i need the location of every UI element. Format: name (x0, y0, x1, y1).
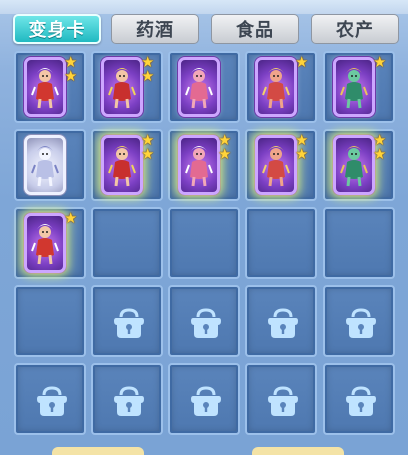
empty-slot[interactable] (14, 285, 86, 357)
star-rating: ★ ★ (295, 133, 311, 163)
transform-card[interactable] (255, 135, 297, 195)
item-slot[interactable] (14, 129, 86, 201)
character-portrait (340, 68, 368, 109)
star-icon: ★ (373, 145, 387, 163)
lock-icon (346, 308, 376, 338)
character-portrait (262, 146, 290, 187)
star-icon: ★ (218, 145, 232, 163)
transform-card[interactable] (178, 135, 220, 195)
star-icon: ★ (295, 145, 309, 163)
transform-card[interactable] (333, 57, 375, 117)
character-portrait (31, 224, 59, 265)
transform-card[interactable] (101, 57, 143, 117)
star-icon: ★ (141, 67, 155, 85)
empty-slot[interactable] (168, 207, 240, 279)
star-rating: ★ ★ (218, 133, 234, 163)
character-portrait (108, 68, 136, 109)
character-portrait (340, 146, 368, 187)
item-slot[interactable]: ★ ★ (323, 129, 395, 201)
lock-icon (114, 386, 144, 416)
bottom-button-top-edge[interactable] (252, 447, 344, 455)
bottom-buttons-edge (0, 447, 408, 455)
item-slot[interactable]: ★ ★ (91, 51, 163, 123)
star-rating: ★ (64, 209, 80, 227)
item-slot[interactable]: ★ ★ (14, 51, 86, 123)
transform-card[interactable] (101, 135, 143, 195)
star-rating: ★ ★ (373, 133, 389, 163)
star-rating: ★ (295, 53, 311, 71)
transform-card[interactable] (24, 57, 66, 117)
star-rating: ★ ★ (141, 133, 157, 163)
item-slot[interactable]: ★ (14, 207, 86, 279)
locked-slot[interactable] (323, 285, 395, 357)
locked-slot[interactable] (91, 363, 163, 435)
lock-icon (37, 386, 67, 416)
star-icon: ★ (373, 53, 387, 71)
lock-icon (268, 308, 298, 338)
locked-slot[interactable] (245, 285, 317, 357)
category-tabs: 变身卡 药酒 食品 农产 (0, 14, 408, 48)
lock-icon (114, 308, 144, 338)
character-portrait (185, 146, 213, 187)
lock-icon (191, 386, 221, 416)
empty-slot[interactable] (91, 207, 163, 279)
character-portrait (31, 146, 59, 187)
star-icon: ★ (295, 53, 309, 71)
character-portrait (31, 68, 59, 109)
transform-card[interactable] (178, 57, 220, 117)
star-icon: ★ (64, 209, 78, 227)
star-rating: ★ ★ (141, 55, 157, 85)
transform-card[interactable] (24, 135, 66, 195)
empty-slot[interactable] (323, 207, 395, 279)
item-slot[interactable]: ★ ★ (91, 129, 163, 201)
bottom-button-top-edge[interactable] (52, 447, 144, 455)
star-rating: ★ (373, 53, 389, 71)
locked-slot[interactable] (168, 363, 240, 435)
locked-slot[interactable] (168, 285, 240, 357)
character-portrait (262, 68, 290, 109)
tab-transform-card[interactable]: 变身卡 (13, 14, 101, 44)
item-slot[interactable]: ★ ★ (168, 129, 240, 201)
star-icon: ★ (64, 67, 78, 85)
item-slot[interactable]: ★ (245, 51, 317, 123)
inventory-grid: ★ ★ ★ ★ ★ ★ ★ ★ ★ ★ ★ ★ ★ ★ ★ (14, 51, 404, 437)
lock-icon (346, 386, 376, 416)
tab-medicine-wine[interactable]: 药酒 (111, 14, 199, 44)
character-portrait (108, 146, 136, 187)
lock-icon (268, 386, 298, 416)
locked-slot[interactable] (91, 285, 163, 357)
tab-food[interactable]: 食品 (211, 14, 299, 44)
transform-card[interactable] (333, 135, 375, 195)
transform-card[interactable] (24, 213, 66, 273)
locked-slot[interactable] (14, 363, 86, 435)
locked-slot[interactable] (323, 363, 395, 435)
lock-icon (191, 308, 221, 338)
star-rating: ★ ★ (64, 55, 80, 85)
item-slot[interactable] (168, 51, 240, 123)
locked-slot[interactable] (245, 363, 317, 435)
empty-slot[interactable] (245, 207, 317, 279)
star-icon: ★ (141, 145, 155, 163)
item-slot[interactable]: ★ ★ (245, 129, 317, 201)
tab-farm-produce[interactable]: 农产 (311, 14, 399, 44)
character-portrait (185, 68, 213, 109)
transform-card[interactable] (255, 57, 297, 117)
item-slot[interactable]: ★ (323, 51, 395, 123)
top-strip (0, 0, 408, 14)
